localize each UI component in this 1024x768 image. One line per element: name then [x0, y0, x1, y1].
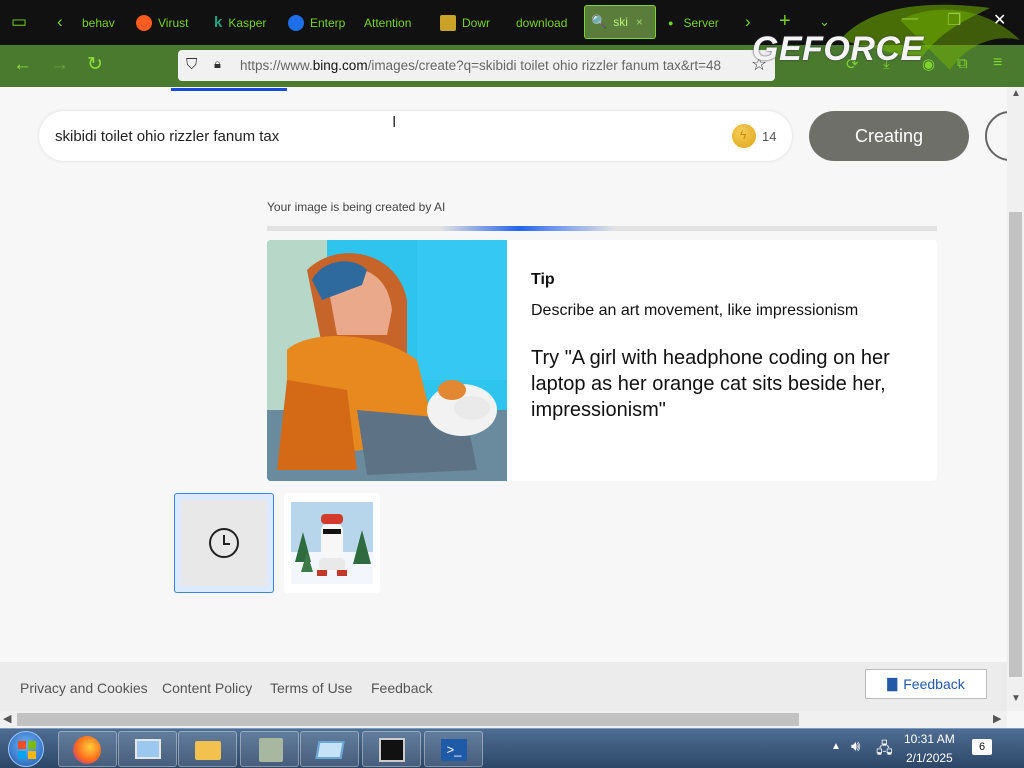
tab-overview-icon[interactable]: ▭ — [11, 12, 27, 32]
feedback-link[interactable]: Feedback — [371, 680, 432, 696]
search-icon: 🔍 — [591, 14, 608, 29]
chat-bubble-icon: ▇ — [887, 676, 898, 691]
active-tab-indicator — [171, 88, 287, 91]
tip-example-image — [267, 240, 507, 481]
tab-server[interactable]: ● Server — [668, 0, 724, 45]
notifications-icon[interactable]: 6 — [972, 739, 992, 755]
volume-icon[interactable]: 🔊︎ — [851, 738, 860, 755]
site-icon — [440, 14, 456, 31]
pending-creation-thumbnail[interactable] — [174, 493, 274, 593]
tab-download[interactable]: download — [516, 0, 572, 45]
tab-label: Kasper — [228, 15, 267, 30]
windows-logo-icon — [18, 741, 36, 759]
tip-description: Describe an art movement, like impressio… — [531, 302, 859, 319]
tip-card: Tip Describe an art movement, like impre… — [267, 240, 937, 481]
taskbar-terminal[interactable] — [362, 731, 421, 767]
tab-bing-create-active[interactable]: 🔍 ski × — [584, 5, 656, 39]
windows-taskbar: >_ ▲ 🔊︎ 🖧 10:31 AM 2/1/2025 6 — [0, 728, 1024, 768]
forward-arrow-icon[interactable]: → — [50, 54, 69, 76]
scroll-tabs-left-icon[interactable]: ‹ — [57, 12, 63, 32]
shield-icon[interactable]: ⛉ — [186, 56, 197, 73]
progress-fill — [441, 226, 616, 231]
reddit-icon — [136, 14, 152, 31]
clock-time[interactable]: 10:31 AM — [904, 732, 955, 746]
tab-attention[interactable]: Attention — [364, 0, 422, 45]
horizontal-scroll-thumb[interactable] — [17, 713, 799, 726]
feedback-button-label: Feedback — [903, 676, 965, 692]
bing-image-creator-page: skibidi toilet ohio rizzler fanum tax I … — [0, 87, 1007, 711]
boost-count: 14 — [762, 129, 777, 144]
app-window-icon — [315, 741, 345, 759]
tip-title: Tip — [531, 271, 555, 288]
privacy-link[interactable]: Privacy and Cookies — [20, 680, 148, 696]
prompt-text[interactable]: skibidi toilet ohio rizzler fanum tax — [55, 128, 279, 145]
skibidi-toilet-image — [291, 502, 373, 584]
prompt-input[interactable]: skibidi toilet ohio rizzler fanum tax I … — [39, 111, 792, 161]
url-text[interactable]: https://www.bing.com/images/create?q=ski… — [240, 58, 721, 73]
tab-kaspersky[interactable]: k Kasper — [214, 0, 268, 45]
tab-virustotal[interactable]: Virust — [136, 0, 194, 45]
scroll-down-arrow-icon[interactable]: ▼ — [1011, 693, 1021, 704]
content-policy-link[interactable]: Content Policy — [162, 680, 252, 696]
taskbar-app[interactable] — [300, 731, 359, 767]
tab-label: Server — [683, 15, 719, 30]
dot-icon: ● — [668, 17, 674, 28]
scroll-right-arrow-icon[interactable]: ▶ — [993, 712, 1001, 725]
lock-icon[interactable]: 🔒︎ — [214, 56, 221, 72]
taskbar-firefox[interactable] — [58, 731, 117, 767]
tab-label: behav — [82, 15, 115, 30]
tab-label: Dowr — [462, 15, 491, 30]
powershell-icon: >_ — [441, 739, 467, 761]
vertical-scrollbar[interactable]: ▲ ▼ — [1007, 87, 1024, 711]
profile-avatar[interactable] — [985, 111, 1007, 161]
horizontal-scrollbar[interactable]: ◀ ▶ — [0, 711, 1007, 728]
taskbar-powershell[interactable]: >_ — [424, 731, 483, 767]
previous-creation-thumbnail[interactable] — [284, 493, 380, 593]
vertical-scroll-thumb[interactable] — [1009, 212, 1022, 677]
creation-progress-bar — [267, 226, 937, 231]
terminal-icon — [379, 738, 405, 762]
taskbar-notepad[interactable] — [240, 731, 299, 767]
creating-button[interactable]: Creating — [809, 111, 969, 161]
terms-of-use-link[interactable]: Terms of Use — [270, 680, 352, 696]
page-footer: Privacy and Cookies Content Policy Terms… — [0, 662, 1007, 711]
geforce-logo: GEFORCE — [752, 30, 924, 68]
clock-date[interactable]: 2/1/2025 — [906, 751, 953, 765]
boost-coin-icon[interactable]: ϟ — [732, 124, 756, 148]
clock-icon — [209, 528, 239, 558]
notification-count: 6 — [978, 741, 986, 753]
tip-example-prompt: Try "A girl with headphone coding on her… — [531, 347, 890, 421]
scroll-left-arrow-icon[interactable]: ◀ — [3, 712, 11, 725]
tab-label: Enterp — [310, 15, 346, 30]
scroll-tabs-right-icon[interactable]: › — [745, 12, 751, 32]
taskbar-computer[interactable] — [118, 731, 177, 767]
firefox-icon — [73, 736, 101, 764]
tab-label: ski — [613, 15, 628, 29]
close-tab-icon[interactable]: × — [636, 15, 643, 29]
lightning-icon: ϟ — [740, 128, 747, 142]
back-arrow-icon[interactable]: ← — [13, 54, 32, 76]
tab-label: Attention — [364, 15, 412, 30]
folder-icon — [195, 741, 221, 760]
site-icon — [288, 14, 304, 31]
tab-label: Virust — [158, 15, 189, 30]
computer-icon — [135, 739, 161, 759]
notepad-icon — [259, 738, 283, 762]
start-button[interactable] — [8, 731, 44, 767]
tab-enterprise[interactable]: Enterp — [288, 0, 346, 45]
creation-status-text: Your image is being created by AI — [267, 200, 446, 214]
show-hidden-icons-icon[interactable]: ▲ — [831, 741, 841, 752]
tab-behav[interactable]: behav — [82, 0, 118, 45]
kaspersky-icon: k — [214, 14, 223, 31]
text-cursor-icon: I — [392, 114, 397, 131]
tab-label: download — [516, 15, 568, 30]
reload-icon[interactable]: ↻ — [87, 53, 103, 76]
tab-download-page[interactable]: Dowr — [440, 0, 496, 45]
taskbar-explorer[interactable] — [178, 731, 237, 767]
scroll-up-arrow-icon[interactable]: ▲ — [1011, 88, 1021, 99]
feedback-button[interactable]: ▇ Feedback — [865, 669, 987, 699]
network-icon[interactable]: 🖧 — [876, 738, 893, 763]
address-bar[interactable]: ⛉ 🔒︎ https://www.bing.com/images/create?… — [178, 50, 775, 81]
